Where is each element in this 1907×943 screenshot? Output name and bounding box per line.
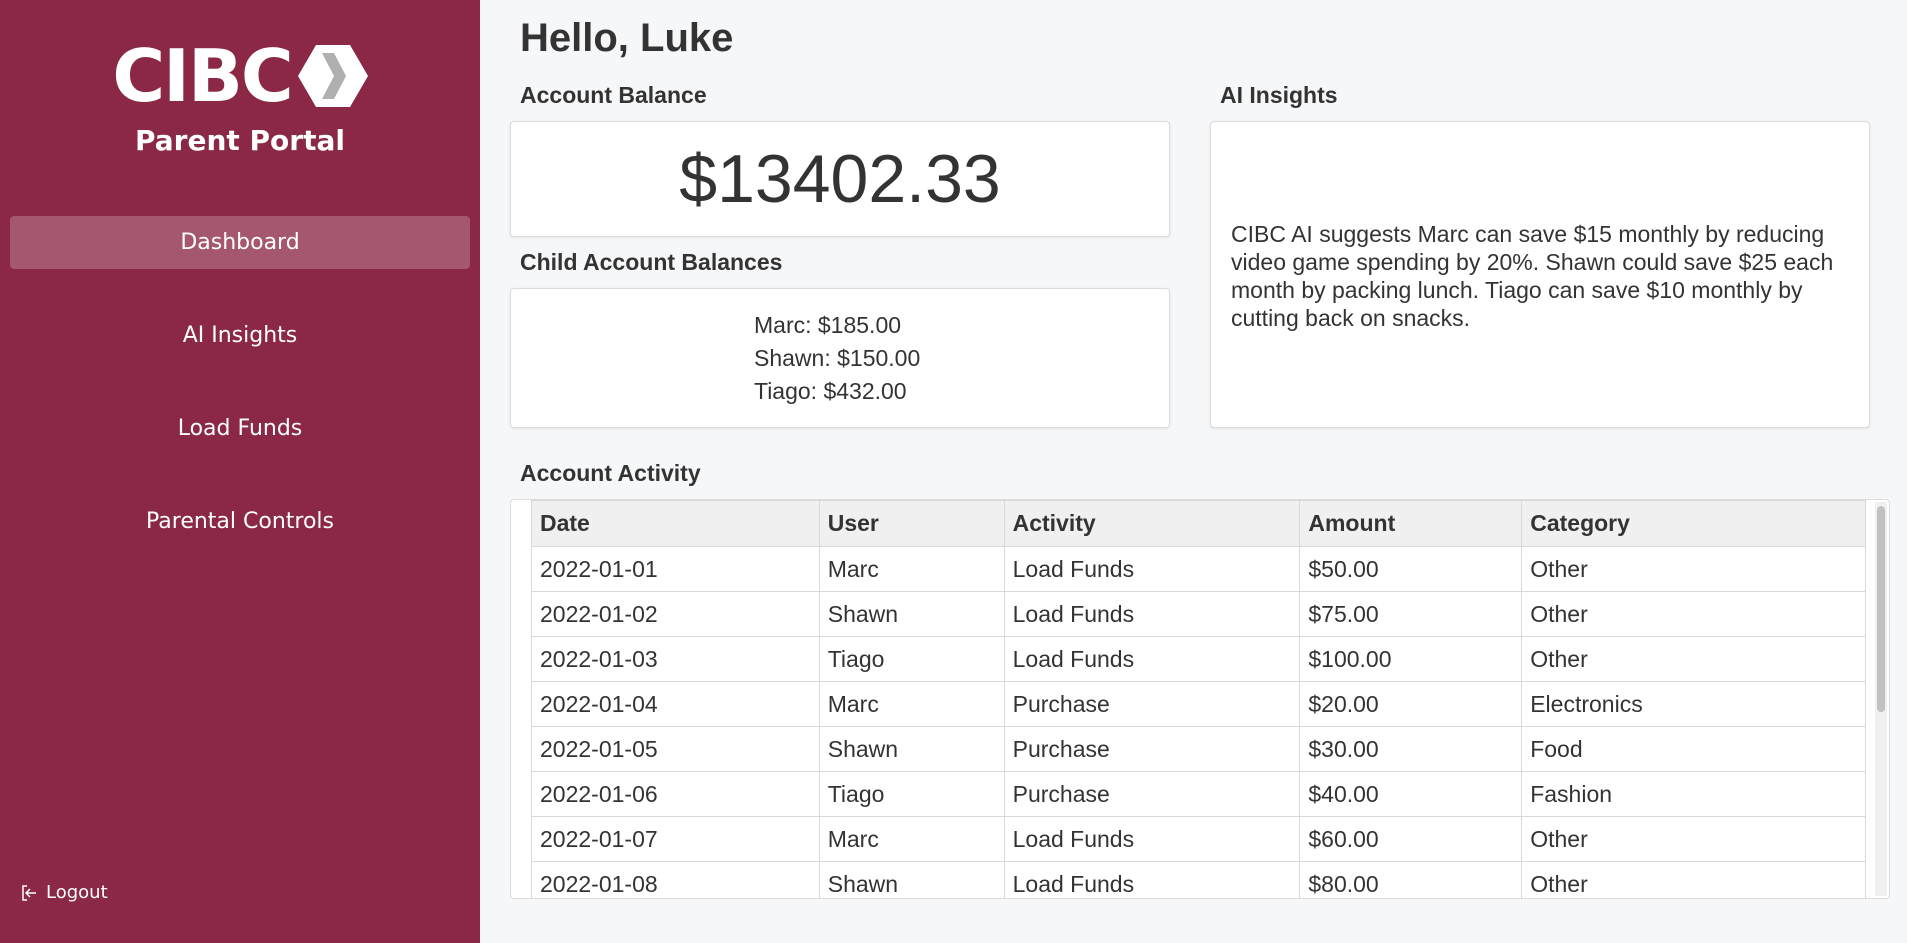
cell-category: Fashion	[1521, 771, 1866, 817]
cell-date: 2022-01-07	[531, 816, 820, 862]
cell-activity: Load Funds	[1003, 546, 1301, 592]
cibc-chevron-icon	[297, 45, 368, 107]
column-header-category: Category	[1521, 500, 1866, 547]
cell-user: Shawn	[818, 861, 1005, 898]
child-balances-label: Child Account Balances	[520, 249, 783, 275]
table-row: 2022-01-08 Shawn Load Funds $80.00 Other	[531, 861, 1866, 898]
cell-user: Tiago	[818, 636, 1005, 682]
cell-activity: Load Funds	[1003, 816, 1301, 862]
table-row: 2022-01-03 Tiago Load Funds $100.00 Othe…	[531, 636, 1866, 682]
cell-category: Other	[1521, 546, 1866, 592]
cell-category: Other	[1521, 591, 1866, 637]
cell-category: Electronics	[1521, 681, 1866, 727]
ai-insights-card: CIBC AI suggests Marc can save $15 month…	[1210, 121, 1870, 428]
cell-amount: $50.00	[1299, 546, 1523, 592]
cell-activity: Load Funds	[1003, 636, 1301, 682]
cell-user: Tiago	[818, 771, 1005, 817]
table-row: 2022-01-02 Shawn Load Funds $75.00 Other	[531, 591, 1866, 637]
cell-activity: Purchase	[1003, 726, 1301, 772]
logo-text: CIBC	[112, 34, 293, 118]
account-activity-label: Account Activity	[520, 460, 701, 486]
child-balance-marc: Marc: $185.00	[754, 312, 902, 338]
cibc-logo: CIBC	[0, 40, 480, 112]
logout-icon	[22, 884, 36, 901]
column-header-activity: Activity	[1003, 500, 1301, 547]
column-header-amount: Amount	[1299, 500, 1523, 547]
account-activity-table-container[interactable]: Date User Activity Amount Category 2022-…	[510, 499, 1890, 899]
sidebar: CIBC Parent Portal Dashboard AI Insights…	[0, 0, 480, 943]
cell-amount: $60.00	[1299, 816, 1523, 862]
cell-category: Other	[1521, 636, 1866, 682]
cell-user: Shawn	[818, 591, 1005, 637]
cell-category: Other	[1521, 816, 1866, 862]
cell-date: 2022-01-02	[531, 591, 820, 637]
table-scrollbar-thumb[interactable]	[1877, 506, 1885, 712]
table-row: 2022-01-06 Tiago Purchase $40.00 Fashion	[531, 771, 1866, 817]
cell-date: 2022-01-04	[531, 681, 820, 727]
logout-label: Logout	[46, 882, 108, 903]
account-balance-value: $13402.33	[679, 141, 1001, 217]
cell-category: Other	[1521, 861, 1866, 898]
child-balances-card: Marc: $185.00 Shawn: $150.00 Tiago: $432…	[510, 288, 1170, 428]
table-row: 2022-01-04 Marc Purchase $20.00 Electron…	[531, 681, 1866, 727]
cell-amount: $40.00	[1299, 771, 1523, 817]
account-activity-table: Date User Activity Amount Category 2022-…	[531, 500, 1866, 898]
cell-activity: Purchase	[1003, 681, 1301, 727]
child-balance-shawn: Shawn: $150.00	[754, 345, 921, 371]
table-scrollbar[interactable]	[1875, 502, 1887, 896]
cell-user: Shawn	[818, 726, 1005, 772]
table-row: 2022-01-07 Marc Load Funds $60.00 Other	[531, 816, 1866, 862]
cell-amount: $30.00	[1299, 726, 1523, 772]
cell-amount: $75.00	[1299, 591, 1523, 637]
cell-date: 2022-01-01	[531, 546, 820, 592]
column-header-user: User	[818, 500, 1005, 547]
cell-amount: $80.00	[1299, 861, 1523, 898]
cell-date: 2022-01-05	[531, 726, 820, 772]
account-balance-label: Account Balance	[520, 82, 707, 108]
cell-activity: Load Funds	[1003, 861, 1301, 898]
logout-button[interactable]: Logout	[20, 882, 108, 903]
child-balance-tiago: Tiago: $432.00	[754, 378, 907, 404]
cell-user: Marc	[818, 681, 1005, 727]
portal-title: Parent Portal	[135, 124, 345, 157]
cell-activity: Purchase	[1003, 771, 1301, 817]
cell-date: 2022-01-06	[531, 771, 820, 817]
ai-insights-label: AI Insights	[1220, 82, 1338, 108]
column-header-date: Date	[531, 500, 820, 547]
table-row: 2022-01-05 Shawn Purchase $30.00 Food	[531, 726, 1866, 772]
child-balances-list: Marc: $185.00 Shawn: $150.00 Tiago: $432…	[754, 309, 920, 408]
nav-item-dashboard[interactable]: Dashboard	[10, 216, 470, 269]
cell-amount: $100.00	[1299, 636, 1523, 682]
cell-user: Marc	[818, 816, 1005, 862]
cell-date: 2022-01-08	[531, 861, 820, 898]
nav-item-load-funds[interactable]: Load Funds	[10, 402, 470, 455]
nav-item-parental-controls[interactable]: Parental Controls	[10, 495, 470, 548]
ai-insights-text: CIBC AI suggests Marc can save $15 month…	[1231, 221, 1834, 331]
table-header-row: Date User Activity Amount Category	[531, 500, 1866, 547]
cell-amount: $20.00	[1299, 681, 1523, 727]
table-row: 2022-01-01 Marc Load Funds $50.00 Other	[531, 546, 1866, 592]
sidebar-nav: Dashboard AI Insights Load Funds Parenta…	[10, 216, 470, 588]
cell-activity: Load Funds	[1003, 591, 1301, 637]
account-balance-card: $13402.33	[510, 121, 1170, 237]
cell-user: Marc	[818, 546, 1005, 592]
cell-category: Food	[1521, 726, 1866, 772]
cell-date: 2022-01-03	[531, 636, 820, 682]
nav-item-ai-insights[interactable]: AI Insights	[10, 309, 470, 362]
greeting-heading: Hello, Luke	[520, 16, 734, 60]
